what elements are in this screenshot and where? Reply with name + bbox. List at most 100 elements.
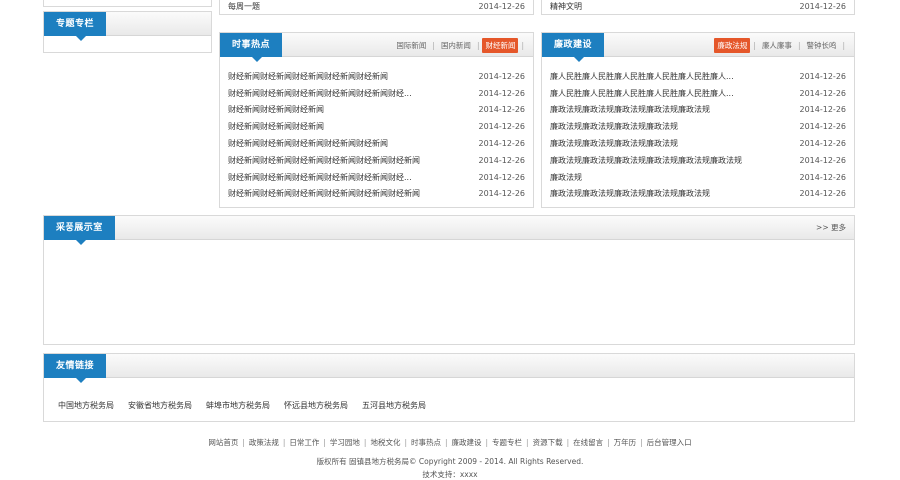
divider: | [607,438,610,447]
list-item[interactable]: 廉人民胜廉人民胜廉人民胜廉人民胜廉人民胜廉人... 2014-12-26 [550,85,846,102]
list-item[interactable]: 廉政法规廉政法规廉政法规廉政法规廉政法规 2014-12-26 [550,102,846,119]
item-title[interactable]: 廉人民胜廉人民胜廉人民胜廉人民胜廉人民胜廉人... [550,88,734,99]
item-title[interactable]: 廉政法规廉政法规廉政法规廉政法规廉政法规 [550,188,710,199]
integrity-list: 廉人民胜廉人民胜廉人民胜廉人民胜廉人民胜廉人... 2014-12-26 廉人民胜廉… [550,68,846,202]
footer-link[interactable]: 日常工作 [289,438,319,447]
item-title[interactable]: 廉政法规廉政法规廉政法规廉政法规廉政法规廉政法规 [550,155,742,166]
item-date: 2014-12-26 [478,88,526,98]
divider: | [521,40,524,50]
divider: | [323,438,326,447]
list-item[interactable]: 每周一题 2014-12-26 [228,0,525,13]
item-title[interactable]: 财经新闻财经新闻财经新闻 [228,104,324,115]
more-link[interactable]: >> 更多 [816,216,846,240]
footer-link[interactable]: 网站首页 [208,438,238,447]
item-title[interactable]: 廉政法规廉政法规廉政法规廉政法规 [550,121,678,132]
tab-warning-bell[interactable]: 警钟长鸣 [803,38,839,53]
item-title[interactable]: 每周一题 [228,1,260,12]
divider: | [476,40,480,50]
footer-link[interactable]: 万年历 [614,438,637,447]
panel-header: 廉政建设 廉政法规 | 廉人廉事 | 警钟长鸣 | [542,33,854,62]
item-date: 2014-12-26 [799,71,847,81]
divider: | [640,438,643,447]
item-title[interactable]: 廉人民胜廉人民胜廉人民胜廉人民胜廉人民胜廉人... [550,71,734,82]
list-item[interactable]: 精神文明 2014-12-26 [550,0,846,13]
list-item[interactable]: 廉人民胜廉人民胜廉人民胜廉人民胜廉人民胜廉人... 2014-12-26 [550,68,846,85]
item-date: 2014-12-26 [799,139,847,149]
item-title[interactable]: 财经新闻财经新闻财经新闻财经新闻财经新闻财经新闻 [228,188,420,199]
list-item[interactable]: 财经新闻财经新闻财经新闻 2014-12-26 [228,118,525,135]
divider: | [842,40,845,50]
friend-links-list: 中国地方税务局 安徽省地方税务局 蚌埠市地方税务局 怀远县地方税务局 五河县地方税务局 [58,400,426,411]
footer-link[interactable]: 地税文化 [370,438,400,447]
list-item[interactable]: 廉政法规 2014-12-26 [550,169,846,186]
list-item[interactable]: 廉政法规廉政法规廉政法规廉政法规廉政法规廉政法规 2014-12-26 [550,152,846,169]
list-item[interactable]: 财经新闻财经新闻财经新闻财经新闻财经新闻财经... 2014-12-26 [228,85,525,102]
item-date: 2014-12-26 [799,189,847,199]
friend-link[interactable]: 中国地方税务局 [58,400,114,411]
item-date: 2014-12-26 [478,71,526,81]
item-date: 2014-12-26 [478,1,526,11]
item-title[interactable]: 精神文明 [550,1,582,12]
divider: | [363,438,367,447]
tab-integrity-regulations[interactable]: 廉政法规 [714,37,751,53]
divider: | [282,438,286,447]
footer-link[interactable]: 在线留言 [573,438,603,447]
footer-link[interactable]: 学习园地 [330,438,360,447]
list-item[interactable]: 财经新闻财经新闻财经新闻财经新闻财经新闻财经新闻 2014-12-26 [228,186,525,203]
list-item[interactable]: 财经新闻财经新闻财经新闻财经新闻财经新闻 2014-12-26 [228,135,525,152]
item-date: 2014-12-26 [799,172,847,182]
divider: | [485,438,489,447]
list-item[interactable]: 廉政法规廉政法规廉政法规廉政法规廉政法规 2014-12-26 [550,186,846,203]
list-item[interactable]: 廉政法规廉政法规廉政法规廉政法规 2014-12-26 [550,118,846,135]
item-title[interactable]: 财经新闻财经新闻财经新闻财经新闻财经新闻财经新闻 [228,155,420,166]
news-panel: 时事热点 国际新闻 | 国内新闻 | 财经新闻 | 财经新闻财经新闻财经新闻财经… [219,32,534,208]
top-left-strip [43,0,212,7]
list-item[interactable]: 财经新闻财经新闻财经新闻财经新闻财经新闻财经新闻 2014-12-26 [228,152,525,169]
divider: | [753,40,756,50]
tab-international-news[interactable]: 国际新闻 [393,38,429,53]
item-date: 2014-12-26 [799,1,847,11]
panel-title: 友情链接 [44,354,107,383]
gallery-panel: 采풍展示室 >> 更多 [43,215,855,345]
item-title[interactable]: 财经新闻财经新闻财经新闻财经新闻财经新闻财经... [228,172,412,183]
footer-link[interactable]: 资源下载 [533,438,563,447]
item-date: 2014-12-26 [478,122,526,132]
divider: | [242,438,245,447]
item-date: 2014-12-26 [478,189,526,199]
item-date: 2014-12-26 [478,105,526,115]
friend-link[interactable]: 安徽省地方税务局 [128,400,192,411]
list-item[interactable]: 廉政法规廉政法规廉政法规廉政法规 2014-12-26 [550,135,846,152]
footer-link[interactable]: 时事热点 [411,438,441,447]
divider: | [432,40,435,50]
list-item[interactable]: 财经新闻财经新闻财经新闻财经新闻财经新闻财经... 2014-12-26 [228,169,525,186]
item-title[interactable]: 廉政法规廉政法规廉政法规廉政法规 [550,138,678,149]
panel-header: 采풍展示室 >> 更多 [44,216,854,245]
friend-link[interactable]: 五河县地方税务局 [362,400,426,411]
top-news-strip: 每周一题 2014-12-26 [219,0,534,15]
item-title[interactable]: 财经新闻财经新闻财经新闻财经新闻财经新闻 [228,71,388,82]
item-date: 2014-12-26 [799,88,847,98]
integrity-subtabs: 廉政法规 | 廉人廉事 | 警钟长鸣 | [714,33,848,57]
footer-link[interactable]: 政策法规 [249,438,279,447]
panel-header: 时事热点 国际新闻 | 国内新闻 | 财经新闻 | [220,33,533,62]
tab-domestic-news[interactable]: 国内新闻 [438,38,474,53]
divider: | [404,438,407,447]
panel-header: 专题专栏 [44,12,211,41]
footer-link[interactable]: 专题专栏 [492,438,522,447]
item-title[interactable]: 财经新闻财经新闻财经新闻 [228,121,324,132]
footer-link[interactable]: 后台管理入口 [647,438,692,447]
panel-title: 专题专栏 [44,12,107,41]
item-title[interactable]: 财经新闻财经新闻财经新闻财经新闻财经新闻 [228,138,388,149]
tab-integrity-people[interactable]: 廉人廉事 [759,38,795,53]
list-item[interactable]: 财经新闻财经新闻财经新闻财经新闻财经新闻 2014-12-26 [228,68,525,85]
tab-finance-news[interactable]: 财经新闻 [482,37,519,53]
friend-link[interactable]: 蚌埠市地方税务局 [206,400,270,411]
divider: | [526,438,529,447]
item-title[interactable]: 廉政法规廉政法规廉政法规廉政法规廉政法规 [550,104,710,115]
friend-link[interactable]: 怀远县地方税务局 [284,400,348,411]
list-item[interactable]: 财经新闻财经新闻财经新闻 2014-12-26 [228,102,525,119]
item-title[interactable]: 廉政法规 [550,172,582,183]
item-title[interactable]: 财经新闻财经新闻财经新闻财经新闻财经新闻财经... [228,88,412,99]
footer-link[interactable]: 廉政建设 [452,438,482,447]
integrity-panel: 廉政建设 廉政法规 | 廉人廉事 | 警钟长鸣 | 廉人民胜廉人民胜廉人民胜廉人… [541,32,855,208]
